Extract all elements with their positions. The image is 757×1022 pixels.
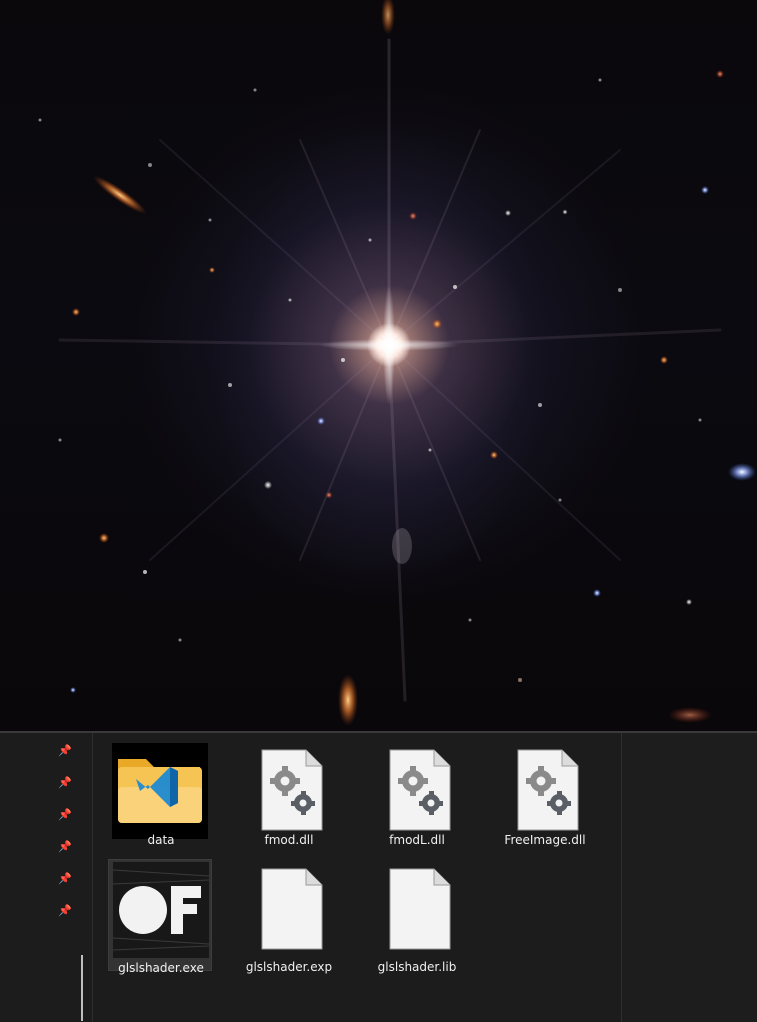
dll-gear-icon [261,749,323,831]
pin-icon[interactable]: 📌 [58,809,72,821]
file-explorer: 📌 📌 📌 📌 📌 📌 data fmod.dll fmodL.dll Free… [0,731,757,1022]
pin-icon[interactable]: 📌 [58,745,72,757]
file-item-fmodl-dll[interactable]: fmodL.dll [365,741,469,853]
blank-file-icon [261,868,323,950]
file-name: fmodL.dll [389,833,445,847]
starfield [38,0,756,726]
file-name: fmod.dll [264,833,314,847]
dll-gear-icon [517,749,579,831]
scroll-indicator[interactable] [81,955,83,1021]
file-item-glslshader-exe[interactable]: glslshader.exe [108,859,212,975]
shader-render-canvas [0,0,757,731]
file-item-glslshader-exp[interactable]: glslshader.exp [237,860,341,974]
blank-file-icon [389,868,451,950]
file-item-fmod-dll[interactable]: fmod.dll [237,741,341,853]
streaks [93,0,756,726]
file-name: FreeImage.dll [504,833,586,847]
empty-pane [621,733,757,1022]
file-item-freeimage-dll[interactable]: FreeImage.dll [493,741,597,853]
file-name: glslshader.exp [245,960,333,974]
pin-icon[interactable]: 📌 [58,905,72,917]
navigation-pane: 📌 📌 📌 📌 📌 📌 [0,733,93,1022]
pin-icon[interactable]: 📌 [58,841,72,853]
dll-gear-icon [389,749,451,831]
file-name: glslshader.lib [377,960,457,974]
file-name: glslshader.exe [118,961,204,975]
openframeworks-app-icon [113,862,209,958]
file-grid: data fmod.dll fmodL.dll FreeImage.dll gl… [93,733,621,1022]
file-item-data[interactable]: data [109,741,213,853]
vscode-folder-icon [112,743,208,839]
pin-icon[interactable]: 📌 [58,873,72,885]
file-name: data [147,833,175,847]
stars [38,70,724,693]
pin-icon[interactable]: 📌 [58,777,72,789]
file-item-glslshader-lib[interactable]: glslshader.lib [365,860,469,974]
